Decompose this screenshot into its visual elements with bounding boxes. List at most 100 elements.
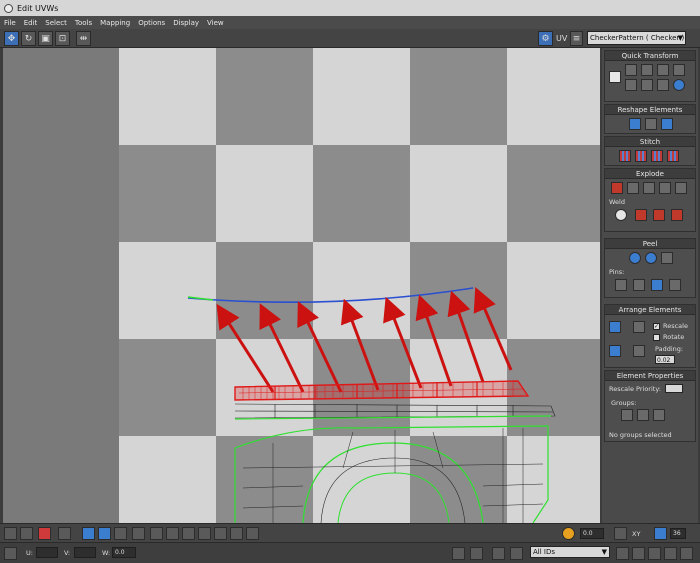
align-left-icon[interactable] — [625, 64, 637, 76]
freeze-icon[interactable] — [20, 527, 33, 540]
align-edge-icon[interactable] — [673, 64, 685, 76]
filter-selected-icon[interactable] — [38, 527, 51, 540]
u-field[interactable] — [36, 547, 58, 558]
group-add-icon[interactable] — [621, 409, 633, 421]
rescale-checkbox[interactable]: ✓ — [653, 323, 660, 330]
weld-threshold-icon[interactable] — [671, 209, 683, 221]
weld-selected-icon[interactable] — [635, 209, 647, 221]
move-tool-icon[interactable]: ✥ — [4, 31, 19, 46]
quick-transform-header[interactable]: Quick Transform — [605, 51, 695, 61]
rotate-ccw-icon[interactable] — [673, 79, 685, 91]
soft-selection-falloff-icon[interactable] — [562, 527, 575, 540]
falloff-type-icon[interactable] — [614, 527, 627, 540]
paint-select-icon[interactable] — [214, 527, 227, 540]
menu-options[interactable]: Options — [138, 19, 165, 27]
detach-icon[interactable] — [627, 182, 639, 194]
menu-view[interactable]: View — [207, 19, 224, 27]
break-icon[interactable] — [611, 182, 623, 194]
snowflake-icon[interactable] — [510, 547, 523, 560]
pin-display-icon[interactable] — [492, 547, 505, 560]
hide-selected-icon[interactable] — [470, 547, 483, 560]
freeform-tool-icon[interactable]: ⊡ — [55, 31, 70, 46]
hide-icon[interactable] — [4, 527, 17, 540]
menu-file[interactable]: File — [4, 19, 16, 27]
mirror-tool-icon[interactable]: ⇹ — [76, 31, 91, 46]
grow-selection-icon[interactable] — [132, 527, 145, 540]
explode-edge-icon[interactable] — [659, 182, 671, 194]
cube-icon[interactable] — [58, 527, 71, 540]
falloff-value-field[interactable]: 0.0 — [580, 528, 604, 539]
pivot-icon[interactable] — [609, 71, 621, 83]
zoom-selected-icon[interactable] — [680, 547, 693, 560]
align-vertical-icon[interactable] — [657, 64, 669, 76]
soft-select-icon[interactable] — [246, 527, 259, 540]
menu-edit[interactable]: Edit — [24, 19, 38, 27]
select-edge-icon[interactable] — [98, 527, 111, 540]
space-horizontal-icon[interactable] — [625, 79, 637, 91]
target-weld-icon[interactable] — [615, 209, 627, 221]
reset-peel-icon[interactable] — [661, 252, 673, 264]
lock-icon[interactable] — [452, 547, 465, 560]
menu-tools[interactable]: Tools — [75, 19, 92, 27]
rotate-tool-icon[interactable]: ↻ — [21, 31, 36, 46]
peel-mode-icon[interactable] — [645, 252, 657, 264]
menu-mapping[interactable]: Mapping — [100, 19, 130, 27]
shrink-selection-icon[interactable] — [150, 527, 163, 540]
pan-icon[interactable] — [616, 547, 629, 560]
padding-spinner[interactable]: 0.02 — [655, 355, 675, 364]
checker-map-icon[interactable]: ⚙ — [538, 31, 553, 46]
texture-map-select[interactable]: CheckerPattern ( Checker ) ▼ — [587, 31, 686, 45]
quick-peel-icon[interactable] — [629, 252, 641, 264]
pack-together-icon[interactable] — [609, 345, 621, 357]
edge-select-icon[interactable] — [198, 527, 211, 540]
stitch-header[interactable]: Stitch — [605, 137, 695, 147]
pack-normalize-icon[interactable] — [609, 321, 621, 333]
brush-size-icon[interactable] — [230, 527, 243, 540]
group-select-icon[interactable] — [653, 409, 665, 421]
unpin-icon[interactable] — [633, 279, 645, 291]
v-field[interactable] — [74, 547, 96, 558]
rescale-elements-icon[interactable] — [633, 345, 645, 357]
flatten-icon[interactable] — [643, 182, 655, 194]
straighten-icon[interactable] — [629, 118, 641, 130]
pin-icon[interactable] — [615, 279, 627, 291]
uv-editor-viewport[interactable] — [3, 48, 600, 523]
stitch-custom-icon[interactable] — [619, 150, 631, 162]
menu-display[interactable]: Display — [173, 19, 199, 27]
w-field[interactable]: 0.0 — [112, 547, 136, 558]
select-face-icon[interactable] — [114, 527, 127, 540]
scale-tool-icon[interactable]: ▣ — [38, 31, 53, 46]
arrange-elements-header[interactable]: Arrange Elements — [605, 305, 695, 315]
space-vertical-icon[interactable] — [641, 79, 653, 91]
pack-custom-icon[interactable] — [633, 321, 645, 333]
align-horizontal-icon[interactable] — [641, 64, 653, 76]
element-properties-header[interactable]: Element Properties — [605, 371, 695, 381]
select-vertex-icon[interactable] — [82, 527, 95, 540]
explode-header[interactable]: Explode — [605, 169, 695, 179]
zoom-value-field[interactable]: 36 — [670, 528, 686, 539]
grid-snap-icon[interactable] — [654, 527, 667, 540]
absolute-mode-icon[interactable] — [4, 547, 17, 560]
loop-icon[interactable] — [166, 527, 179, 540]
relax-icon[interactable] — [645, 118, 657, 130]
peel-header[interactable]: Peel — [605, 239, 695, 249]
stitch-source-icon[interactable] — [667, 150, 679, 162]
reshape-elements-header[interactable]: Reshape Elements — [605, 105, 695, 115]
group-remove-icon[interactable] — [637, 409, 649, 421]
rotate-cw-icon[interactable] — [657, 79, 669, 91]
zoom-extents-icon[interactable] — [664, 547, 677, 560]
arc-icon[interactable] — [661, 118, 673, 130]
stitch-average-icon[interactable] — [651, 150, 663, 162]
rescale-priority-spinner[interactable] — [665, 384, 683, 393]
zoom-icon[interactable] — [632, 547, 645, 560]
weld-all-icon[interactable] — [653, 209, 665, 221]
ring-icon[interactable] — [182, 527, 195, 540]
rotate-checkbox[interactable] — [653, 334, 660, 341]
explode-smooth-icon[interactable] — [675, 182, 687, 194]
menu-select[interactable]: Select — [45, 19, 67, 27]
stitch-target-icon[interactable] — [635, 150, 647, 162]
material-ids-select[interactable]: All IDs ▼ — [530, 546, 610, 558]
zoom-region-icon[interactable] — [648, 547, 661, 560]
options-icon[interactable]: ≡ — [570, 31, 583, 46]
auto-pin-icon[interactable] — [651, 279, 663, 291]
